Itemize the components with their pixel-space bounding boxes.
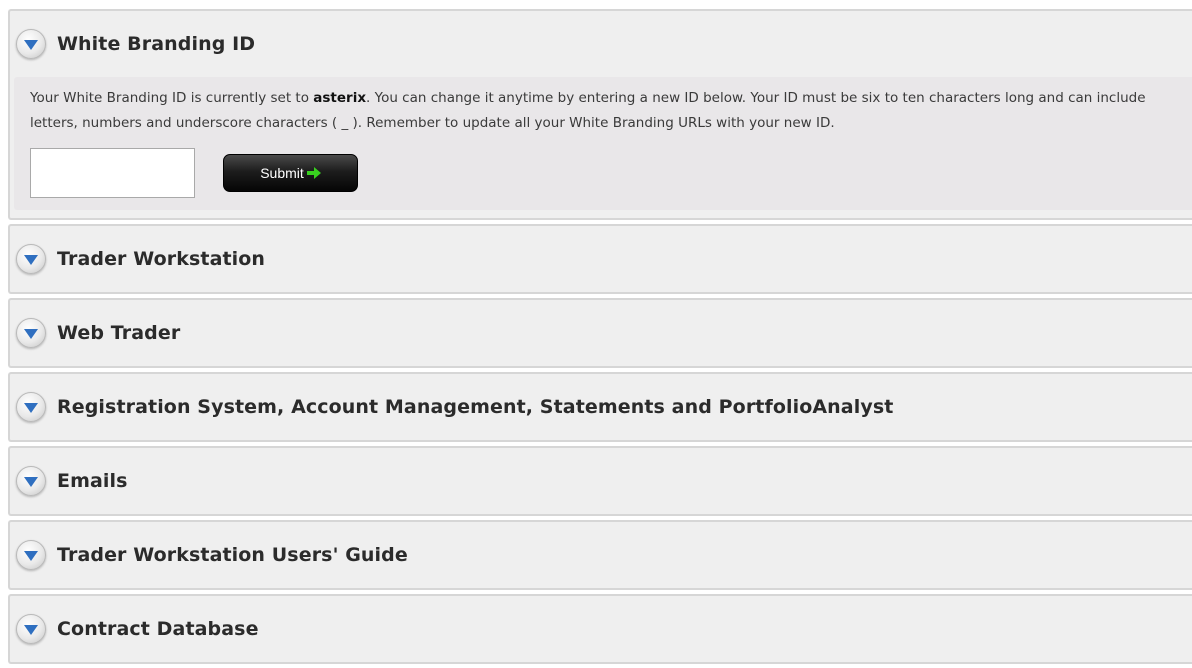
chevron-down-icon[interactable] — [16, 318, 46, 348]
section-header-contract-database[interactable]: Contract Database — [10, 596, 1192, 662]
white-branding-id-input[interactable] — [30, 148, 195, 198]
section-contract-database: Contract Database — [8, 594, 1192, 664]
arrow-right-icon — [306, 167, 321, 179]
section-title: Registration System, Account Management,… — [57, 396, 894, 418]
section-trader-workstation: Trader Workstation — [8, 224, 1192, 294]
section-white-branding-id: White Branding ID Your White Branding ID… — [8, 9, 1192, 220]
section-title: Trader Workstation — [57, 248, 266, 270]
submit-label: Submit — [260, 165, 304, 181]
section-title: Emails — [57, 470, 128, 492]
section-header-trader-workstation[interactable]: Trader Workstation — [10, 226, 1192, 292]
white-branding-description: Your White Branding ID is currently set … — [30, 86, 1180, 136]
chevron-down-icon[interactable] — [16, 466, 46, 496]
section-users-guide: Trader Workstation Users' Guide — [8, 520, 1192, 590]
section-header-white-branding-id[interactable]: White Branding ID — [10, 11, 1192, 77]
section-header-users-guide[interactable]: Trader Workstation Users' Guide — [10, 522, 1192, 588]
white-branding-panel: Your White Branding ID is currently set … — [14, 77, 1192, 210]
section-title: Contract Database — [57, 618, 259, 640]
section-web-trader: Web Trader — [8, 298, 1192, 368]
section-title: Trader Workstation Users' Guide — [57, 544, 408, 566]
accordion: White Branding ID Your White Branding ID… — [8, 9, 1192, 668]
chevron-down-icon[interactable] — [16, 29, 46, 59]
section-header-registration-system[interactable]: Registration System, Account Management,… — [10, 374, 1192, 440]
current-id-value: asterix — [313, 90, 367, 106]
section-header-emails[interactable]: Emails — [10, 448, 1192, 514]
section-emails: Emails — [8, 446, 1192, 516]
section-title: White Branding ID — [57, 33, 256, 55]
chevron-down-icon[interactable] — [16, 614, 46, 644]
id-form: Submit — [30, 148, 1180, 198]
section-registration-system: Registration System, Account Management,… — [8, 372, 1192, 442]
chevron-down-icon[interactable] — [16, 392, 46, 422]
submit-button[interactable]: Submit — [223, 154, 358, 192]
section-title: Web Trader — [57, 322, 181, 344]
chevron-down-icon[interactable] — [16, 244, 46, 274]
chevron-down-icon[interactable] — [16, 540, 46, 570]
description-text: Your White Branding ID is currently set … — [30, 90, 314, 106]
section-header-web-trader[interactable]: Web Trader — [10, 300, 1192, 366]
